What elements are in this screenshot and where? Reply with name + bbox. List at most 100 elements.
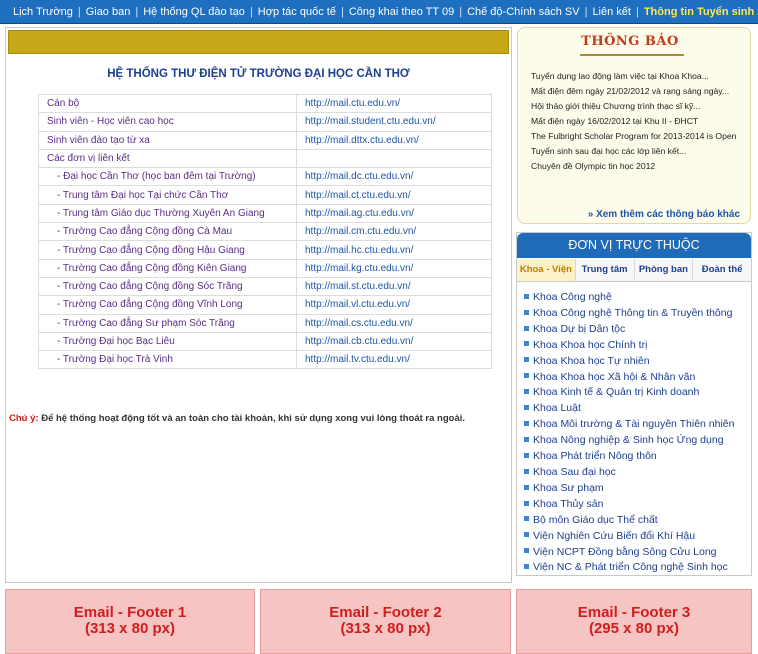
unit-name-cell: - Trường Cao đẳng Cộng đồng Hậu Giang [38,240,297,260]
announcement-item[interactable]: Tuyển sinh sau đại học các lớp liên kết.… [531,144,743,159]
unit-label: Khoa Kinh tế & Quản trị Kinh doanh [533,386,700,399]
square-bullet-icon [524,325,529,331]
announcement-item[interactable]: Mất điện đêm ngày 21/02/2012 và rạng sán… [531,84,743,99]
mail-link[interactable]: http://mail.cs.ctu.edu.vn/ [296,313,492,333]
unit-name-cell: - Trường Đại học Trà Vinh [38,350,297,370]
table-row: Các đơn vị liên kết [38,148,492,169]
nav-item-he-thong-ql[interactable]: Hệ thống QL đào tạo [138,6,250,18]
nav-item-lien-ket[interactable]: Liên kết [587,6,636,18]
unit-list-item[interactable]: Viện NCPT Đồng bằng Sông Cửu Long [524,545,750,561]
unit-label: Khoa Sư phạm [533,481,604,494]
square-bullet-icon [524,341,529,347]
table-row: - Trường Cao đẳng Cộng đồng Cà Mau http:/… [38,222,492,242]
unit-list-item[interactable]: Khoa Thủy sản [524,497,750,513]
table-row: - Trường Cao đẳng Cộng đồng Sóc Trăng htt… [38,276,492,297]
square-bullet-icon [524,468,529,474]
unit-list-item[interactable]: Viện Nghiên Cứu Biến đổi Khí Hậu [524,529,750,545]
unit-list-item[interactable]: Viện NC & Phát triển Công nghệ Sinh học [524,560,750,576]
square-bullet-icon [524,548,529,554]
nav-item-lich-truong[interactable]: Lịch Trường [8,6,78,18]
nav-item-hop-tac[interactable]: Hợp tác quốc tế [253,6,341,18]
nav-item-tuyen-sinh[interactable]: Thông tin Tuyển sinh 2012 [639,6,758,18]
unit-list-item[interactable]: Khoa Luật [524,401,750,417]
unit-list-item[interactable]: Khoa Phát triển Nông thôn [524,449,750,465]
tab-phong-ban[interactable]: Phòng ban [634,259,694,281]
mail-link[interactable]: http://mail.cb.ctu.edu.vn/ [296,331,492,352]
mail-link[interactable]: http://mail.cm.ctu.edu.vn/ [296,222,492,242]
unit-list-item[interactable]: Khoa Công nghệ [524,290,750,306]
table-row: - Trung tâm Giáo dục Thường Xuyên An Gia… [38,203,492,224]
mail-link[interactable]: http://mail.ag.ctu.edu.vn/ [296,203,492,224]
mail-link[interactable]: http://mail.kg.ctu.edu.vn/ [296,258,492,278]
unit-list-item[interactable]: Khoa Dự bị Dân tộc [524,322,750,338]
mail-link[interactable]: http://mail.ctu.edu.vn/ [296,93,492,114]
table-row: - Trung tâm Đại học Tại chức Cần Thơ http… [38,185,492,205]
nav-item-cong-khai[interactable]: Công khai theo TT 09 [344,6,459,18]
mail-link[interactable]: http://mail.tv.ctu.edu.vn/ [296,350,492,370]
mail-link[interactable]: http://mail.dc.ctu.edu.vn/ [296,167,492,187]
unit-list-item[interactable]: Khoa Công nghệ Thông tin & Truyền thông [524,306,750,322]
nav-item-giao-ban[interactable]: Giao ban [81,6,136,18]
square-bullet-icon [524,389,529,395]
table-row: Sinh viên - Học viên cao học http://mail.… [38,112,492,132]
table-row: - Trường Cao đẳng Sư phạm Sóc Trăng http:… [38,313,492,333]
unit-label: Khoa Khoa học Chính trị [533,338,648,351]
tab-trung-tam[interactable]: Trung tâm [575,259,635,281]
mail-link[interactable]: http://mail.st.ctu.edu.vn/ [296,276,492,297]
footer-title: Email - Footer 3 [577,604,691,621]
footer-size: (313 x 80 px) [84,620,176,637]
mail-link[interactable]: http://mail.vl.ctu.edu.vn/ [296,295,492,315]
mail-table: Cán bộ http://mail.ctu.edu.vn/Sinh viên -… [38,93,492,370]
square-bullet-icon [524,373,529,379]
announcements-box: THÔNG BÁO Tuyển dụng lao động làm việc t… [517,27,751,224]
unit-label: Viện NCPT Đồng bằng Sông Cửu Long [533,545,717,558]
units-tabs: Khoa - Viện Trung tâm Phòng ban Đoàn thể [517,259,751,282]
table-row: - Trường Đại học Bạc Liêu http://mail.cb.… [38,331,492,352]
nav-item-che-do[interactable]: Chế độ-Chính sách SV [462,6,585,18]
announcement-item[interactable]: Tuyển dụng lao động làm việc tại Khoa Kh… [531,69,743,84]
square-bullet-icon [524,357,529,363]
unit-list-item[interactable]: Khoa Khoa học Xã hội & Nhân văn [524,370,750,386]
unit-label: Khoa Sau đại học [533,465,616,478]
unit-list-item[interactable]: Khoa Môi trường & Tài nguyên Thiên nhiên [524,417,750,433]
note-label: Chú ý: [9,413,39,424]
unit-name-cell: - Đại học Cần Thơ (học ban đêm tại Trườn… [38,167,297,187]
footer-title: Email - Footer 1 [73,604,187,621]
unit-label: Khoa Dự bị Dân tộc [533,322,626,335]
table-row: - Trường Đại học Trà Vinh http://mail.tv.… [38,350,492,370]
unit-list-item[interactable]: Khoa Sư phạm [524,481,750,497]
square-bullet-icon [524,564,529,570]
unit-list-item[interactable]: Khoa Nông nghiệp & Sinh học Ứng dụng [524,433,750,449]
unit-name-cell: - Trường Cao đẳng Sư phạm Sóc Trăng [38,313,297,333]
announcements-header: THÔNG BÁO [581,34,679,49]
table-row: Cán bộ http://mail.ctu.edu.vn/ [38,93,492,114]
announcement-item[interactable]: Chuyên đề Olympic tin học 2012 [531,159,743,174]
square-bullet-icon [524,452,529,458]
unit-list-item[interactable]: Khoa Kinh tế & Quản trị Kinh doanh [524,385,750,401]
mail-link[interactable]: http://mail.dttx.ctu.edu.vn/ [296,130,492,150]
table-row: - Trường Cao đẳng Cộng đồng Vĩnh Long htt… [38,295,492,315]
page-title: HỆ THỐNG THƯ ĐIỆN TỬ TRƯỜNG ĐẠI HỌC CẦN … [107,68,410,80]
announcement-item[interactable]: Hội thảo giới thiệu Chương trình thạc sĩ… [531,99,743,114]
tab-doan-the[interactable]: Đoàn thể [693,259,751,281]
announcement-item[interactable]: The Fulbright Scholar Program for 2013-2… [531,129,743,144]
usage-note: Chú ý: Để hệ thống hoạt động tốt và an t… [9,413,512,424]
footer-banner-1: Email - Footer 1 (313 x 80 px) [5,589,255,654]
table-row: - Trường Cao đẳng Cộng đồng Hậu Giang htt… [38,240,492,260]
unit-name-cell: Sinh viên đào tạo từ xa [38,130,297,150]
unit-list-item[interactable]: Khoa Khoa học Tự nhiên [524,354,750,370]
table-row: - Trường Cao đẳng Cộng đồng Kiên Giang ht… [38,258,492,278]
mail-link[interactable]: http://mail.hc.ctu.edu.vn/ [296,240,492,260]
footer-banner-2: Email - Footer 2 (313 x 80 px) [260,589,511,654]
tab-khoa-vien[interactable]: Khoa - Viện [517,259,576,281]
announcement-item[interactable]: Mất điện ngày 16/02/2012 tại Khu II - ĐH… [531,114,743,129]
square-bullet-icon [524,484,529,490]
square-bullet-icon [524,516,529,522]
unit-list-item[interactable]: Bộ môn Giáo dục Thể chất [524,513,750,529]
mail-link[interactable]: http://mail.student.ctu.edu.vn/ [296,112,492,132]
unit-list-item[interactable]: Khoa Sau đại học [524,465,750,481]
mail-link[interactable]: http://mail.ct.ctu.edu.vn/ [296,185,492,205]
unit-list-item[interactable]: Khoa Khoa học Chính trị [524,338,750,354]
more-announcements-link[interactable]: » Xem thêm các thông báo khác [588,209,740,220]
unit-label: Bộ môn Giáo dục Thể chất [533,513,658,526]
